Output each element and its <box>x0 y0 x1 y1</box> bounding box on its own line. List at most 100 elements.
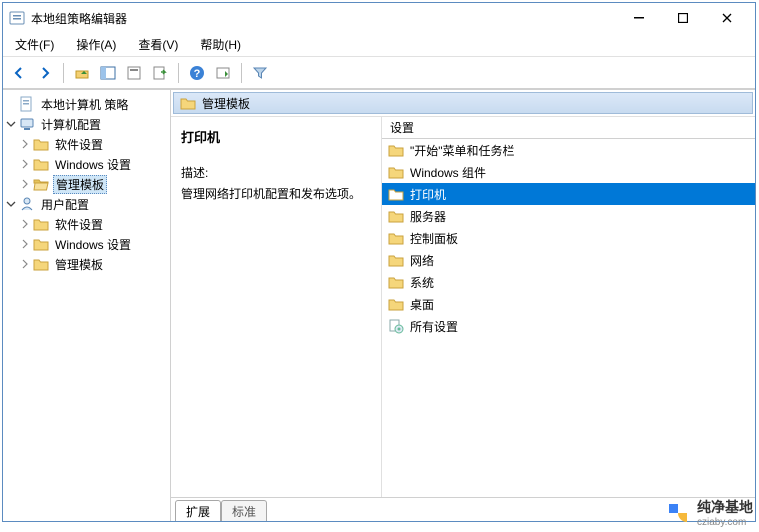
selection-heading: 打印机 <box>181 127 371 146</box>
policy-icon <box>19 96 35 112</box>
app-icon <box>9 10 25 26</box>
caret-down-icon[interactable] <box>5 118 17 130</box>
caret-right-icon[interactable] <box>19 238 31 250</box>
folder-icon <box>33 236 49 252</box>
toolbar-separator-3 <box>241 63 242 83</box>
caret-right-icon[interactable] <box>19 218 31 230</box>
list-item-label: 控制面板 <box>410 230 458 247</box>
list-item[interactable]: Windows 组件 <box>382 161 755 183</box>
settings-icon <box>388 318 404 334</box>
list-item[interactable]: 系统 <box>382 271 755 293</box>
folder-icon <box>388 253 404 267</box>
folder-icon <box>388 165 404 179</box>
watermark-name: 纯净基地 <box>697 497 753 517</box>
svg-text:?: ? <box>194 68 201 80</box>
tree-label: 管理模板 <box>53 175 107 194</box>
tab-extended[interactable]: 扩展 <box>175 500 221 521</box>
tree-root[interactable]: 本地计算机 策略 <box>5 94 168 114</box>
list-item-label: 桌面 <box>410 296 434 313</box>
filter-button[interactable] <box>248 61 272 85</box>
tab-standard[interactable]: 标准 <box>221 500 267 521</box>
menu-view[interactable]: 查看(V) <box>132 34 184 55</box>
tab-label: 扩展 <box>186 505 210 519</box>
folder-icon <box>180 96 196 110</box>
path-bar: 管理模板 <box>173 92 753 114</box>
folder-icon <box>33 216 49 232</box>
list-item[interactable]: 桌面 <box>382 293 755 315</box>
list-item[interactable]: 控制面板 <box>382 227 755 249</box>
tree: 本地计算机 策略 计算机配置 软件设置 Windows 设置 <box>5 94 168 274</box>
list-item-selected[interactable]: 打印机 <box>382 183 755 205</box>
export-button[interactable] <box>148 61 172 85</box>
caret-right-icon[interactable] <box>19 178 31 190</box>
list-item-label: 所有设置 <box>410 318 458 335</box>
up-button[interactable] <box>70 61 94 85</box>
tree-u-software[interactable]: 软件设置 <box>5 214 168 234</box>
list-header-label: 设置 <box>390 119 414 136</box>
settings-list: 设置 "开始"菜单和任务栏 Windows 组件 打印机 服务器 控制面板 网络… <box>381 117 755 497</box>
caret-right-icon[interactable] <box>19 158 31 170</box>
toolbar-separator-2 <box>178 63 179 83</box>
folder-icon <box>388 275 404 289</box>
tree-label: 本地计算机 策略 <box>39 96 130 113</box>
caret-right-icon[interactable] <box>19 258 31 270</box>
list-item-label: 系统 <box>410 274 434 291</box>
forward-button[interactable] <box>33 61 57 85</box>
caret-down-icon[interactable] <box>5 198 17 210</box>
folder-icon <box>388 231 404 245</box>
folder-open-icon <box>33 176 49 192</box>
folder-icon <box>388 297 404 311</box>
tree-label: 软件设置 <box>53 136 105 153</box>
folder-icon <box>388 187 404 201</box>
tree-label: Windows 设置 <box>53 236 133 253</box>
caret-right-icon[interactable] <box>19 138 31 150</box>
back-button[interactable] <box>7 61 31 85</box>
menu-file[interactable]: 文件(F) <box>9 34 60 55</box>
window-title: 本地组策略编辑器 <box>31 10 617 27</box>
list-item-label: 服务器 <box>410 208 446 225</box>
list-item-label: "开始"菜单和任务栏 <box>410 142 515 159</box>
maximize-button[interactable] <box>661 4 705 32</box>
show-hide-tree-button[interactable] <box>96 61 120 85</box>
tree-label: 管理模板 <box>53 256 105 273</box>
list-item[interactable]: 服务器 <box>382 205 755 227</box>
user-icon <box>19 196 35 212</box>
tab-label: 标准 <box>232 505 256 519</box>
tree-label: 用户配置 <box>39 196 91 213</box>
list-item-label: 网络 <box>410 252 434 269</box>
menu-help[interactable]: 帮助(H) <box>194 34 247 55</box>
folder-icon <box>33 136 49 152</box>
tree-c-windows[interactable]: Windows 设置 <box>5 154 168 174</box>
blank-caret <box>5 98 17 110</box>
list-header[interactable]: 设置 <box>382 117 755 139</box>
tree-u-admin-templates[interactable]: 管理模板 <box>5 254 168 274</box>
list-item[interactable]: "开始"菜单和任务栏 <box>382 139 755 161</box>
tree-computer-config[interactable]: 计算机配置 <box>5 114 168 134</box>
folder-icon <box>388 143 404 157</box>
tree-label: Windows 设置 <box>53 156 133 173</box>
tree-c-software[interactable]: 软件设置 <box>5 134 168 154</box>
app-window: 本地组策略编辑器 文件(F) 操作(A) 查看(V) 帮助(H) ? 本 <box>2 2 756 522</box>
minimize-button[interactable] <box>617 4 661 32</box>
list-items: "开始"菜单和任务栏 Windows 组件 打印机 服务器 控制面板 网络 系统… <box>382 139 755 497</box>
help-button[interactable]: ? <box>185 61 209 85</box>
folder-icon <box>33 256 49 272</box>
computer-icon <box>19 116 35 132</box>
menu-action[interactable]: 操作(A) <box>70 34 122 55</box>
close-button[interactable] <box>705 4 749 32</box>
detail-body: 打印机 描述: 管理网络打印机配置和发布选项。 设置 "开始"菜单和任务栏 Wi… <box>171 116 755 497</box>
options-button[interactable] <box>211 61 235 85</box>
description-text: 管理网络打印机配置和发布选项。 <box>181 185 371 202</box>
titlebar: 本地组策略编辑器 <box>3 3 755 33</box>
tree-c-admin-templates[interactable]: 管理模板 <box>5 174 168 194</box>
detail-panel: 管理模板 打印机 描述: 管理网络打印机配置和发布选项。 设置 "开始"菜单和任… <box>171 90 755 521</box>
tree-user-config[interactable]: 用户配置 <box>5 194 168 214</box>
tree-label: 软件设置 <box>53 216 105 233</box>
list-item[interactable]: 所有设置 <box>382 315 755 337</box>
description-label: 描述: <box>181 164 371 181</box>
description-pane: 打印机 描述: 管理网络打印机配置和发布选项。 <box>171 117 381 497</box>
properties-button[interactable] <box>122 61 146 85</box>
content-area: 本地计算机 策略 计算机配置 软件设置 Windows 设置 <box>3 89 755 521</box>
tree-u-windows[interactable]: Windows 设置 <box>5 234 168 254</box>
list-item[interactable]: 网络 <box>382 249 755 271</box>
